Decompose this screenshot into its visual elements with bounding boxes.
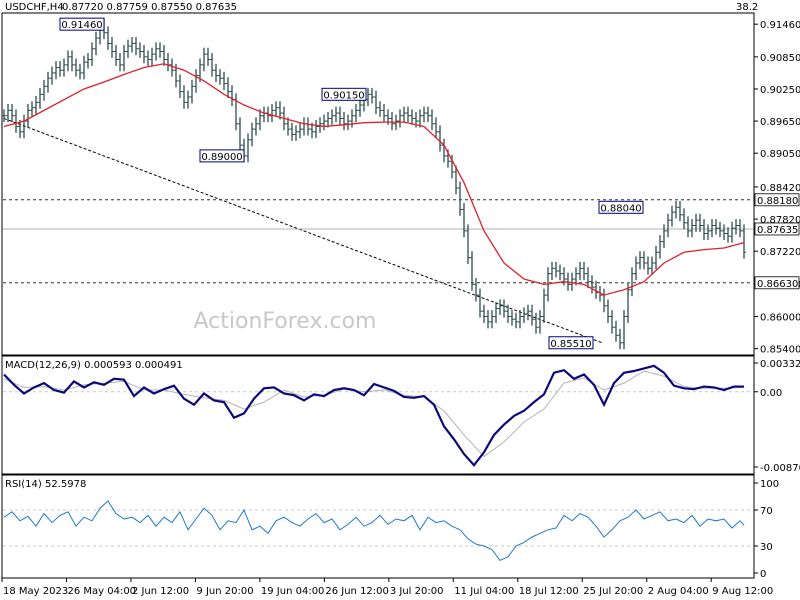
- moving-average-line: [3, 63, 745, 296]
- annotation-label: 0.88040: [600, 203, 641, 214]
- corner-label: 38.2: [736, 2, 758, 13]
- macd-tick-label: -0.008707: [760, 463, 800, 474]
- annotation-label: 0.85510: [550, 339, 591, 350]
- price-level-label: 0.87635: [757, 225, 798, 236]
- price-chart: USDCHF,H4 0.87720 0.87759 0.87550 0.8763…: [1, 2, 800, 597]
- x-tick-label: 3 Jul 20:00: [390, 586, 444, 597]
- macd-tick-label: 0.00: [760, 388, 782, 399]
- price-tick-label: 0.89650: [760, 117, 800, 128]
- x-tick-label: 26 Jun 12:00: [325, 586, 389, 597]
- macd-plot: [3, 364, 753, 467]
- annotation-label: 0.91460: [61, 20, 102, 31]
- price-tick-label: 0.88420: [760, 183, 800, 194]
- x-tick-label: 2 Jun 12:00: [132, 586, 189, 597]
- price-tick-label: 0.90250: [760, 85, 800, 96]
- annotation-0.88040: 0.88040: [598, 200, 644, 214]
- price-level-label: 0.88180: [757, 196, 798, 207]
- price-tick-label: 0.90850: [760, 53, 800, 64]
- x-axis: 18 May 2023 26 May 04:002 Jun 12:00 9 Jun …: [1, 578, 773, 597]
- rsi-panel-frame: [1, 474, 755, 579]
- watermark: ActionForex.com: [194, 309, 377, 334]
- macd-title: MACD(12,26,9) 0.000593 0.000491: [5, 360, 183, 371]
- annotation-label: 0.89000: [201, 152, 242, 163]
- x-tick-label: 9 Jun 20:00: [196, 586, 253, 597]
- annotation-label: 0.90150: [323, 90, 364, 101]
- price-tick-label: 0.87220: [760, 247, 800, 258]
- macd-panel-frame: [1, 355, 755, 475]
- x-tick-label: 18 May 2023: [3, 586, 68, 597]
- x-tick-label: 25 Jul 20:00: [583, 586, 643, 597]
- price-tick-label: 0.85400: [760, 345, 800, 356]
- rsi-tick-label: 100: [760, 479, 779, 490]
- price-tick-label: 0.91460: [760, 20, 800, 31]
- x-tick-label: 9 Aug 12:00: [712, 586, 773, 597]
- macd-tick-label: 0.003328: [760, 359, 800, 370]
- x-tick-label: 18 Jul 12:00: [519, 586, 579, 597]
- annotation-0.91460: 0.91460: [59, 17, 105, 31]
- price-tick-label: 0.86000: [760, 313, 800, 324]
- annotation-0.89000: 0.89000: [199, 149, 245, 163]
- price-panel-frame: [1, 12, 755, 356]
- rsi-title: RSI(14) 52.5978: [5, 479, 86, 490]
- annotation-0.90150: 0.90150: [321, 87, 367, 101]
- price-axis: 0.91460 0.90850 0.90250 0.89650 0.89050 0.884…: [754, 20, 800, 356]
- rsi-tick-label: 70: [760, 506, 773, 517]
- x-tick-label: 2 Aug 04:00: [648, 586, 709, 597]
- macd-axis: 0.003328 0.00 -0.008707: [754, 359, 800, 474]
- x-tick-label: 11 Jul 04:00: [454, 586, 514, 597]
- chart-title: USDCHF,H4: [5, 2, 64, 13]
- x-tick-label: 26 May 04:00: [67, 586, 136, 597]
- price-plot: 0.91460 0.90150 0.89000 0.88040 0.85510: [2, 17, 753, 350]
- x-tick-label: 19 Jun 04:00: [261, 586, 325, 597]
- rsi-tick-label: 0: [760, 569, 766, 580]
- rsi-axis: 100 70 30 0: [754, 479, 779, 580]
- rsi-plot: [3, 500, 753, 562]
- macd-line: [3, 364, 744, 467]
- ohlc-header: 0.87720 0.87759 0.87550 0.87635: [62, 2, 237, 13]
- rsi-tick-label: 30: [760, 542, 773, 553]
- price-level-label: 0.86630: [757, 279, 798, 290]
- annotation-0.85510: 0.85510: [548, 336, 594, 350]
- price-tick-label: 0.89050: [760, 149, 800, 160]
